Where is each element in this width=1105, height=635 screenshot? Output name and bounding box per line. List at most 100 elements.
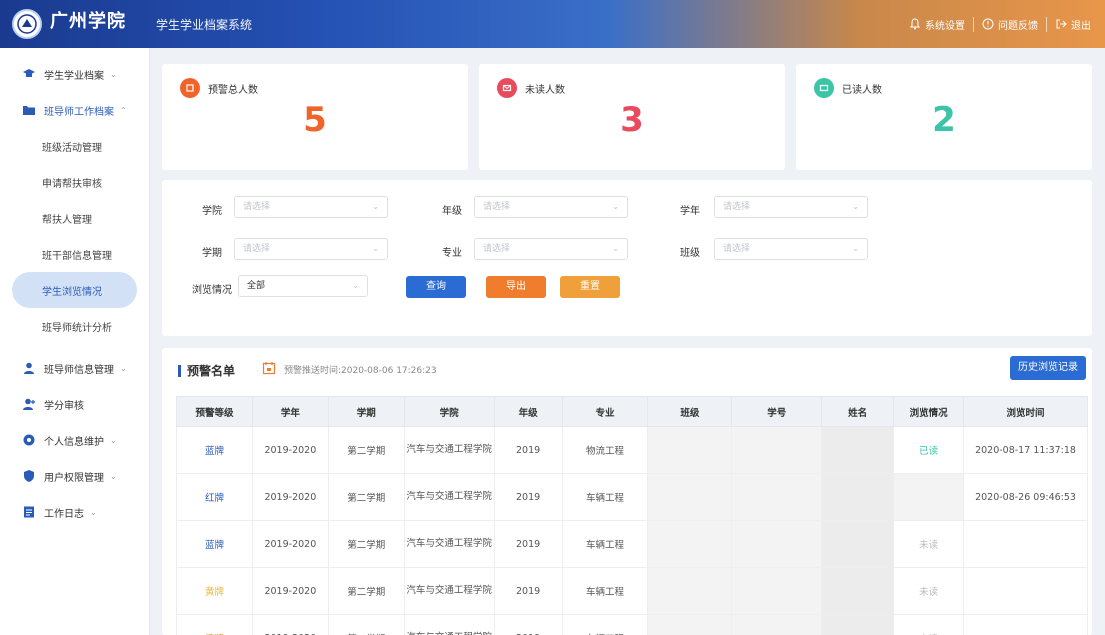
bell-icon [909,18,921,30]
col-header[interactable]: 浏览情况 [893,396,965,427]
warning-icon [180,78,200,98]
cell-view-status: 未读 [893,614,965,635]
stat-card-total-warning: 预警总人数 5 [162,64,468,170]
history-browse-button[interactable]: 历史浏览记录 [1010,356,1086,380]
grade-select[interactable]: 请选择 ⌄ [474,196,628,218]
view-status-select[interactable]: 全部 ⌄ [238,275,368,297]
sidebar-item-work-log[interactable]: 工作日志 ⌄ [0,494,149,530]
col-header[interactable]: 姓名 [821,396,895,427]
reset-button[interactable]: 重置 [560,276,620,298]
feedback-icon [982,18,994,30]
school-logo: 广州学院 [12,7,126,41]
sidebar-item-tutor-stats[interactable]: 班导师统计分析 [0,308,149,344]
feedback-link[interactable]: 问题反馈 [974,16,1047,32]
year-label: 学年 [680,206,700,217]
cell-year: 2019-2020 [251,426,329,474]
college-select[interactable]: 请选择 ⌄ [234,196,388,218]
chevron-down-icon: ⌄ [852,202,859,211]
shield-icon [24,470,34,482]
cell-name-redacted [821,520,895,568]
cell-view-time [963,520,1088,568]
query-button[interactable]: 查询 [406,276,466,298]
sidebar-item-credit-review[interactable]: 学分审核 [0,386,149,422]
col-header[interactable]: 学期 [327,396,405,427]
grade-label: 年级 [442,206,462,217]
calendar-icon [262,362,276,375]
school-name: 广州学院 [50,11,126,32]
cell-view-time [963,567,1088,615]
cell-college: 汽车与交通工程学院 [403,473,495,521]
sidebar-item-tutor-archive[interactable]: 班导师工作档案 ⌃ [0,92,149,128]
title-accent-bar [178,364,181,377]
top-header: 广州学院 学生学业档案系统 系统设置 问题反馈 退出 [0,0,1105,48]
logout-icon [1056,19,1067,29]
cell-year: 2019-2020 [251,614,329,635]
cell-term: 第二学期 [327,473,405,521]
col-header[interactable]: 预警等级 [176,396,253,427]
table-row[interactable]: 蓝牌 2019-2020 第二学期 汽车与交通工程学院 2019 物流工程 已读… [176,426,1088,474]
settings-link[interactable]: 系统设置 [901,16,974,32]
cell-major: 车辆工程 [561,614,649,635]
sidebar-item-label: 个人信息维护 [44,436,104,448]
stat-value: 2 [932,100,956,140]
table-row[interactable]: 红牌 2019-2020 第二学期 汽车与交通工程学院 2019 车辆工程 20… [176,473,1088,521]
cell-major: 物流工程 [561,426,649,474]
select-placeholder: 请选择 [483,244,511,254]
table-row[interactable]: 橙牌 2019-2020 第二学期 汽车与交通工程学院 2019 车辆工程 未读 [176,614,1088,635]
settings-label: 系统设置 [925,20,965,32]
cell-id-redacted [731,520,823,568]
sidebar-item-user-permission[interactable]: 用户权限管理 ⌄ [0,458,149,494]
cell-view-status [893,473,965,521]
log-icon [24,506,34,518]
col-header[interactable]: 学号 [731,396,823,427]
cell-view-time: 2020-08-17 11:37:18 [963,426,1088,474]
cell-level: 红牌 [176,473,253,521]
sidebar-item-student-browse[interactable]: 学生浏览情况 [12,272,137,308]
year-select[interactable]: 请选择 ⌄ [714,196,868,218]
school-name-en [50,34,126,41]
folder-icon [23,106,35,115]
col-header[interactable]: 学年 [251,396,329,427]
stat-label: 预警总人数 [208,84,258,96]
stat-card-unread: 未读人数 3 [479,64,785,170]
sidebar-item-tutor-info[interactable]: 班导师信息管理 ⌄ [0,350,149,386]
filter-panel: 学院 请选择 ⌄ 年级 请选择 ⌄ 学年 请选择 ⌄ 学期 请选择 ⌄ 专业 请选择 ⌄ … [162,180,1092,336]
sidebar-item-helper-manage[interactable]: 帮扶人管理 [0,200,149,236]
term-select[interactable]: 请选择 ⌄ [234,238,388,260]
cell-year: 2019-2020 [251,473,329,521]
cell-level: 蓝牌 [176,520,253,568]
sidebar-item-cadre-info[interactable]: 班干部信息管理 [0,236,149,272]
read-mail-icon [814,78,834,98]
class-select[interactable]: 请选择 ⌄ [714,238,868,260]
col-header[interactable]: 浏览时间 [963,396,1088,427]
export-button[interactable]: 导出 [486,276,546,298]
col-header[interactable]: 学院 [403,396,495,427]
major-select[interactable]: 请选择 ⌄ [474,238,628,260]
cell-class-redacted [647,520,733,568]
sidebar-item-aid-review[interactable]: 申请帮扶审核 [0,164,149,200]
sidebar-item-student-archive[interactable]: 学生学业档案 ⌄ [0,56,149,92]
sidebar-item-personal-info[interactable]: 个人信息维护 ⌄ [0,422,149,458]
select-placeholder: 请选择 [723,244,751,254]
col-header[interactable]: 年级 [493,396,563,427]
cell-grade: 2019 [493,520,563,568]
cell-major: 车辆工程 [561,567,649,615]
cell-name-redacted [821,614,895,635]
stat-label: 已读人数 [842,84,882,96]
col-header[interactable]: 专业 [561,396,649,427]
logout-link[interactable]: 退出 [1047,17,1099,32]
sidebar-item-label: 班导师信息管理 [44,364,114,376]
col-header[interactable]: 班级 [647,396,733,427]
cell-grade: 2019 [493,473,563,521]
sidebar-item-class-activity[interactable]: 班级活动管理 [0,128,149,164]
person-add-icon [23,398,35,410]
cell-grade: 2019 [493,426,563,474]
select-placeholder: 请选择 [483,202,511,212]
table-row[interactable]: 蓝牌 2019-2020 第二学期 汽车与交通工程学院 2019 车辆工程 未读 [176,520,1088,568]
sidebar-item-label: 学生浏览情况 [42,286,102,298]
chevron-down-icon: ⌄ [612,202,619,211]
logout-label: 退出 [1071,20,1091,32]
table-header-row: 预警等级 学年 学期 学院 年级 专业 班级 学号 姓名 浏览情况 浏览时间 [176,396,1088,427]
cell-class-redacted [647,567,733,615]
table-row[interactable]: 黄牌 2019-2020 第二学期 汽车与交通工程学院 2019 车辆工程 未读 [176,567,1088,615]
